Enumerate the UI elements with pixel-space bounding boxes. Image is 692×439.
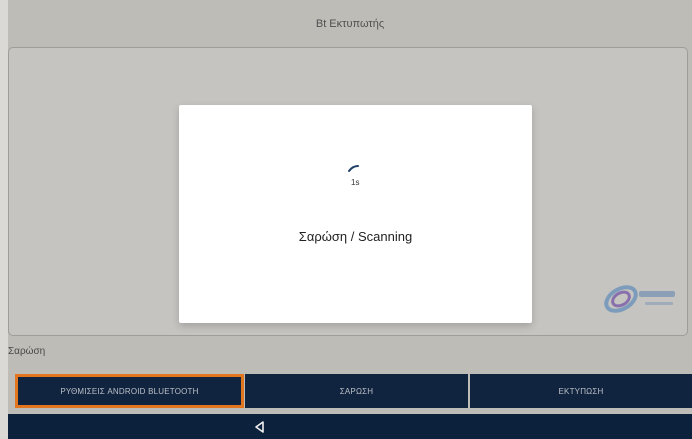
loading-spinner-icon bbox=[348, 165, 359, 172]
scanning-dialog: 1s Σαρώση / Scanning bbox=[179, 105, 532, 323]
scan-timer: 1s bbox=[351, 178, 360, 187]
app-screen: Bt Εκτυπωτής Σαρώση ΡΥΘΜΙΣΕΙΣ ANDROID BL… bbox=[0, 0, 692, 439]
scanning-message: Σαρώση / Scanning bbox=[298, 229, 413, 244]
